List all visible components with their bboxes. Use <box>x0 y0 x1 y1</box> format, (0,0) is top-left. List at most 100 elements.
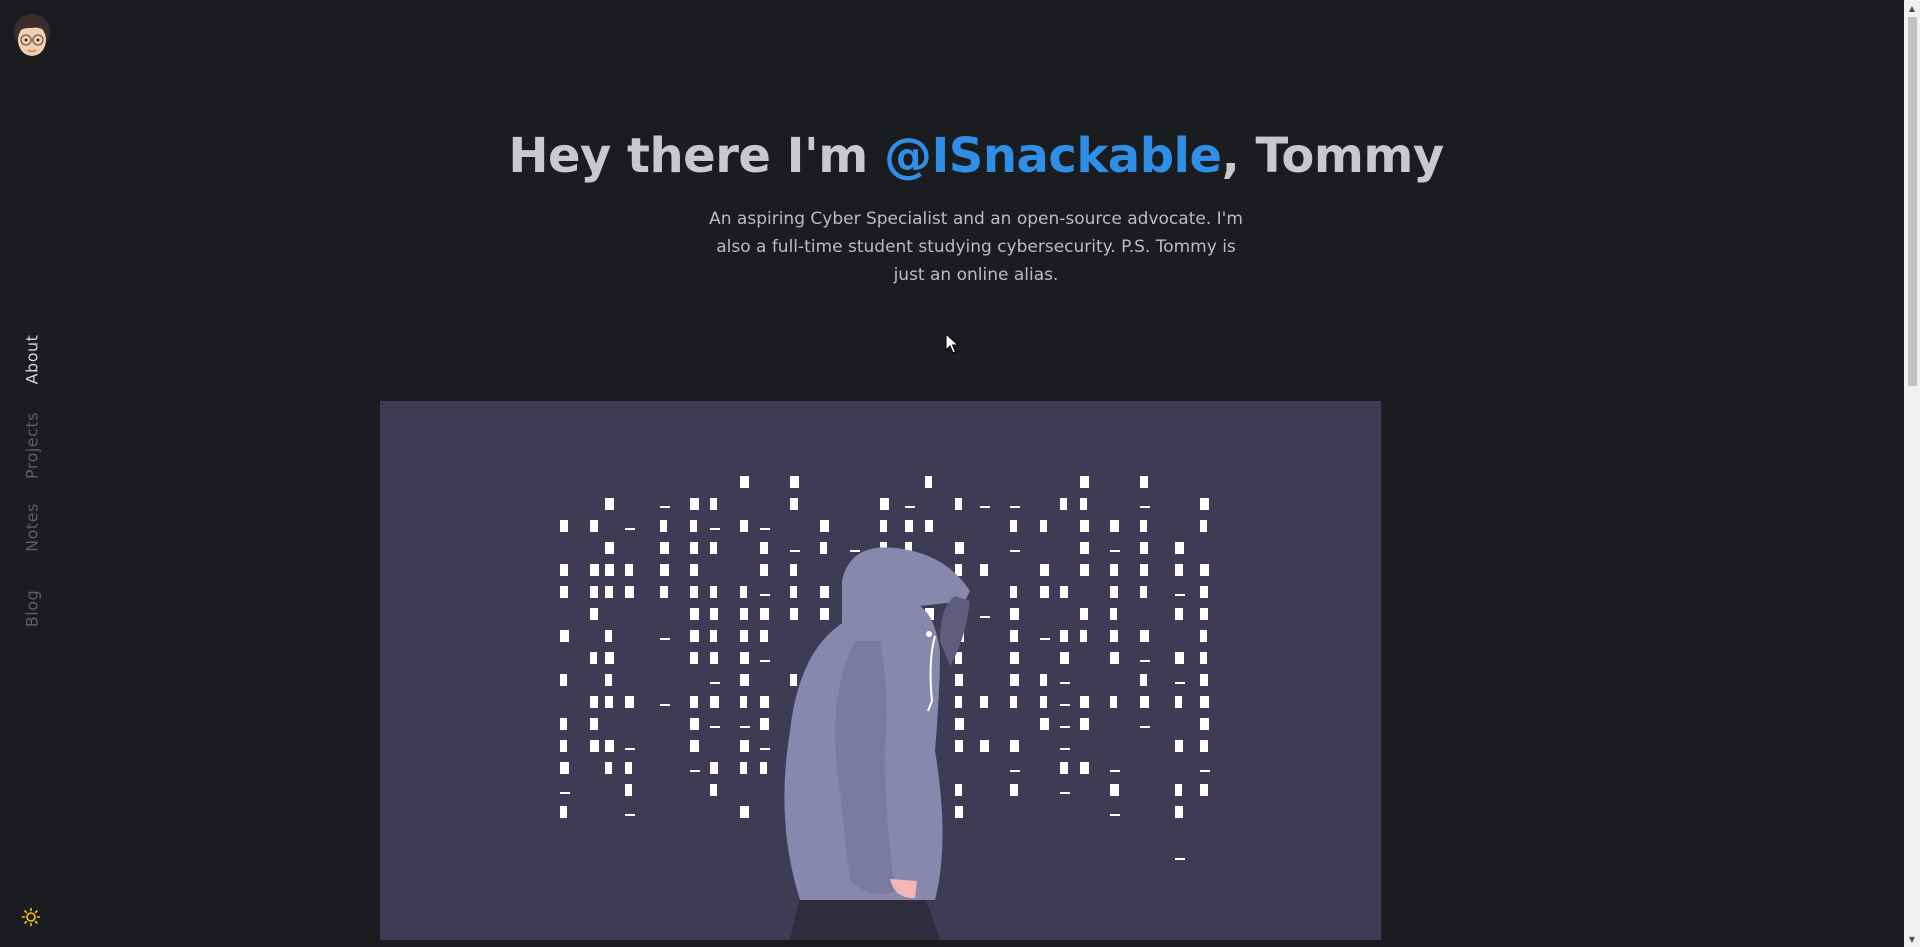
code-glyph <box>925 476 932 488</box>
hooded-figure <box>784 547 970 940</box>
code-glyph <box>605 564 614 576</box>
code-glyph <box>1200 564 1209 576</box>
code-glyph <box>740 652 749 664</box>
nav-item-blog[interactable]: Blog <box>23 590 42 627</box>
scrollbar-thumb[interactable] <box>1908 17 1917 386</box>
code-glyph <box>560 792 570 794</box>
nav-item-about[interactable]: About <box>23 335 42 385</box>
code-glyph <box>1010 770 1020 772</box>
code-glyph <box>760 660 770 662</box>
code-glyph <box>690 652 698 664</box>
code-glyph <box>625 784 632 796</box>
code-glyph <box>1040 674 1047 686</box>
code-glyph <box>1010 550 1020 552</box>
code-glyph <box>1080 762 1089 774</box>
hero-title-prefix: Hey there I'm <box>508 128 884 184</box>
arrow-down-icon[interactable]: ▼ <box>1904 931 1920 947</box>
code-glyph <box>690 718 699 730</box>
code-glyph <box>790 586 797 598</box>
arrow-up-icon[interactable]: ▲ <box>1904 0 1920 16</box>
code-glyph <box>790 550 800 552</box>
code-glyph <box>1060 630 1068 642</box>
code-glyph <box>1140 564 1148 576</box>
code-glyph <box>710 608 718 620</box>
code-glyph <box>760 564 768 576</box>
code-glyph <box>1200 770 1210 772</box>
code-glyph <box>625 762 632 774</box>
matrix-hoodie-art <box>560 476 1210 940</box>
code-glyph <box>820 520 829 532</box>
code-glyph <box>1110 550 1120 552</box>
code-glyph <box>905 520 913 532</box>
code-glyph <box>955 542 964 554</box>
code-glyph <box>760 608 769 620</box>
code-glyph <box>740 726 750 728</box>
code-glyph <box>1080 542 1089 554</box>
code-glyph <box>740 674 749 686</box>
code-glyph <box>625 696 634 708</box>
code-glyph <box>590 608 598 620</box>
code-glyph <box>605 586 613 598</box>
code-glyph <box>690 542 698 554</box>
sun-icon[interactable] <box>21 907 41 927</box>
code-glyph <box>690 608 699 620</box>
code-glyph <box>1060 682 1070 684</box>
code-glyph <box>1040 586 1049 598</box>
code-glyph <box>1010 784 1018 796</box>
code-glyph <box>1110 608 1117 620</box>
code-glyph <box>625 814 635 816</box>
hacker-illustration <box>380 401 1381 940</box>
code-glyph <box>605 674 612 686</box>
code-glyph <box>710 726 720 728</box>
hero-handle-link[interactable]: @ISnackable <box>884 128 1222 184</box>
code-glyph <box>1010 608 1019 620</box>
code-glyph <box>740 476 749 488</box>
code-glyph <box>760 542 768 554</box>
hero-title: Hey there I'm @ISnackable, Tommy <box>0 128 1920 184</box>
code-glyph <box>1200 608 1208 620</box>
code-glyph <box>1060 792 1070 794</box>
nav-item-notes[interactable]: Notes <box>23 503 42 552</box>
code-glyph <box>560 630 569 642</box>
code-glyph <box>740 630 748 642</box>
code-glyph <box>1060 704 1070 706</box>
code-glyph <box>1140 696 1149 708</box>
code-glyph <box>880 520 887 532</box>
code-glyph <box>560 806 567 818</box>
code-glyph <box>955 740 963 752</box>
nav-item-projects[interactable]: Projects <box>23 412 42 479</box>
code-glyph <box>955 498 962 510</box>
avatar[interactable] <box>12 12 52 60</box>
code-glyph <box>980 616 990 618</box>
vertical-scrollbar[interactable]: ▲ ▼ <box>1904 0 1920 947</box>
code-glyph <box>1200 520 1207 532</box>
code-glyph <box>955 784 962 796</box>
code-glyph <box>625 748 635 750</box>
code-glyph <box>590 520 598 532</box>
code-glyph <box>1040 520 1047 532</box>
code-glyph <box>1140 506 1150 508</box>
code-glyph <box>590 586 598 598</box>
code-glyph <box>590 652 597 664</box>
code-glyph <box>1080 498 1087 510</box>
code-glyph <box>1140 674 1147 686</box>
code-glyph <box>760 528 770 530</box>
code-glyph <box>605 652 614 664</box>
code-glyph <box>1010 652 1019 664</box>
code-glyph <box>690 740 699 752</box>
code-glyph <box>560 740 567 752</box>
code-glyph <box>955 806 963 818</box>
code-glyph <box>1175 682 1185 684</box>
code-glyph <box>790 476 799 488</box>
code-glyph <box>690 770 700 772</box>
code-glyph <box>790 608 798 620</box>
code-glyph <box>1200 652 1207 664</box>
code-glyph <box>1200 784 1208 796</box>
code-glyph <box>1175 740 1183 752</box>
code-glyph <box>1040 564 1049 576</box>
hero-title-suffix: , Tommy <box>1221 128 1445 184</box>
code-glyph <box>955 674 963 686</box>
code-glyph <box>1110 586 1118 598</box>
code-glyph <box>1040 638 1050 640</box>
code-glyph <box>1140 630 1149 642</box>
